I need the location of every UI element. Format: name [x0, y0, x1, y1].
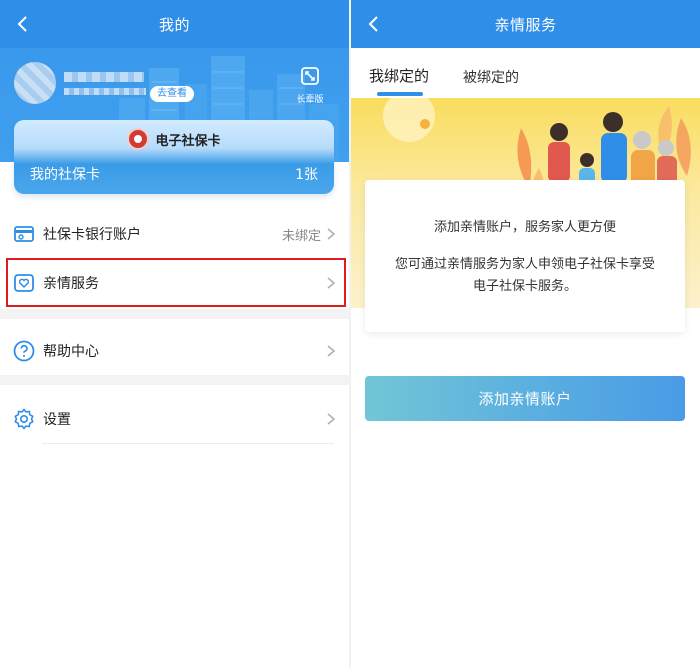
top-nav-bar: 我的 [0, 0, 349, 48]
top-nav-bar: 亲情服务 [351, 0, 700, 48]
chevron-right-icon [327, 345, 336, 357]
card-count: 1张 [295, 167, 318, 183]
chevron-right-icon [327, 228, 336, 240]
avatar[interactable] [14, 62, 56, 104]
social-security-card[interactable]: 电子社保卡 我的社保卡 1张 [14, 120, 334, 194]
info-heading: 添加亲情账户，服务家人更方便 [433, 220, 616, 235]
page-title: 亲情服务 [494, 15, 557, 34]
card-header: 电子社保卡 [14, 128, 334, 150]
blurred-user-name [64, 72, 144, 82]
info-body: 您可通过亲情服务为家人申领电子社保卡享受电子社保卡服务。 [394, 257, 655, 294]
tab-bar: 我绑定的 被绑定的 [351, 48, 700, 98]
divider [42, 443, 334, 444]
page-title: 我的 [158, 15, 190, 34]
family-service-screen: 亲情服务 我绑定的 被绑定的 添加亲情账户，服务家人更方便 您可通过亲情服务为家… [351, 0, 700, 669]
active-tab-indicator [377, 92, 423, 96]
tab-bound-by-others[interactable]: 被绑定的 [463, 67, 519, 87]
menu-item-help-center[interactable]: 帮助中心 [0, 327, 349, 375]
blurred-user-id [64, 88, 146, 95]
tab-my-bindings[interactable]: 我绑定的 [369, 65, 429, 86]
elder-mode-button[interactable]: 长辈版 [290, 66, 330, 105]
highlight-box [6, 258, 346, 307]
card-label: 我的社保卡 [30, 167, 100, 183]
back-arrow-icon[interactable] [14, 14, 34, 34]
add-family-account-button[interactable]: 添加亲情账户 [365, 376, 685, 421]
elder-mode-label: 长辈版 [296, 95, 324, 105]
menu-item-bank-account[interactable]: 社保卡银行账户 未绑定 [0, 210, 349, 258]
back-arrow-icon[interactable] [365, 14, 385, 34]
family-service-info-card: 添加亲情账户，服务家人更方便 您可通过亲情服务为家人申领电子社保卡享受电子社保卡… [365, 180, 685, 332]
gear-icon [14, 408, 34, 430]
menu-item-label: 社保卡银行账户 [43, 227, 141, 243]
bank-card-icon [14, 226, 34, 242]
menu-item-label: 设置 [43, 412, 71, 428]
section-gap [0, 309, 349, 319]
help-icon [13, 340, 35, 362]
social-security-logo-icon [127, 128, 150, 150]
expand-icon [301, 67, 319, 85]
view-profile-button[interactable]: 去查看 [150, 86, 194, 102]
menu-item-settings[interactable]: 设置 [0, 395, 349, 443]
card-name: 电子社保卡 [155, 133, 221, 149]
bank-account-status: 未绑定 [281, 228, 321, 244]
chevron-right-icon [327, 413, 336, 425]
my-page-screen: 我的 去查看 长辈版 电子社保卡 我的社保卡 1张 社保卡银行账户 未绑定 亲情… [0, 0, 349, 669]
section-gap [0, 375, 349, 385]
menu-item-label: 帮助中心 [43, 344, 99, 360]
